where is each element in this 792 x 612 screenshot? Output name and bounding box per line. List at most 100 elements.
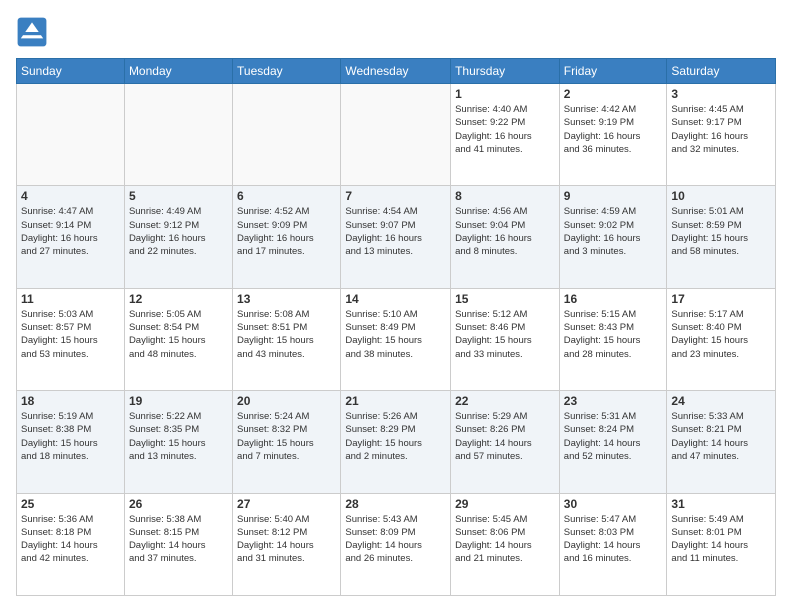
day-number: 1 — [455, 87, 555, 101]
day-info: Sunrise: 5:12 AM Sunset: 8:46 PM Dayligh… — [455, 308, 555, 361]
calendar-cell: 22 Sunrise: 5:29 AM Sunset: 8:26 PM Dayli… — [451, 391, 560, 493]
day-number: 5 — [129, 189, 228, 203]
day-number: 28 — [345, 497, 446, 511]
day-number: 25 — [21, 497, 120, 511]
calendar-cell: 1 Sunrise: 4:40 AM Sunset: 9:22 PM Daylig… — [451, 84, 560, 186]
day-info: Sunrise: 5:31 AM Sunset: 8:24 PM Dayligh… — [564, 410, 663, 463]
day-info: Sunrise: 4:56 AM Sunset: 9:04 PM Dayligh… — [455, 205, 555, 258]
day-info: Sunrise: 5:01 AM Sunset: 8:59 PM Dayligh… — [671, 205, 771, 258]
calendar-cell: 2Sunrise: 4:42 AM Sunset: 9:19 PM Daylig… — [559, 84, 667, 186]
calendar-cell — [233, 84, 341, 186]
day-number: 6 — [237, 189, 336, 203]
calendar-cell: 16 Sunrise: 5:15 AM Sunset: 8:43 PM Dayli… — [559, 288, 667, 390]
calendar-cell — [17, 84, 125, 186]
calendar-cell: 13 Sunrise: 5:08 AM Sunset: 8:51 PM Dayli… — [233, 288, 341, 390]
day-number: 17 — [671, 292, 771, 306]
day-info: Sunrise: 4:49 AM Sunset: 9:12 PM Dayligh… — [129, 205, 228, 258]
day-number: 18 — [21, 394, 120, 408]
calendar-cell: 29 Sunrise: 5:45 AM Sunset: 8:06 PM Dayli… — [451, 493, 560, 595]
calendar-cell: 15 Sunrise: 5:12 AM Sunset: 8:46 PM Dayli… — [451, 288, 560, 390]
day-number: 23 — [564, 394, 663, 408]
day-number: 13 — [237, 292, 336, 306]
day-number: 26 — [129, 497, 228, 511]
weekday-monday: Monday — [124, 59, 232, 84]
page: SundayMondayTuesdayWednesdayThursdayFrid… — [0, 0, 792, 612]
day-info: Sunrise: 5:40 AM Sunset: 8:12 PM Dayligh… — [237, 513, 336, 566]
day-number: 30 — [564, 497, 663, 511]
weekday-tuesday: Tuesday — [233, 59, 341, 84]
calendar-cell: 10 Sunrise: 5:01 AM Sunset: 8:59 PM Dayli… — [667, 186, 776, 288]
weekday-friday: Friday — [559, 59, 667, 84]
day-info: Sunrise: 5:26 AM Sunset: 8:29 PM Dayligh… — [345, 410, 446, 463]
calendar-cell: 14 Sunrise: 5:10 AM Sunset: 8:49 PM Dayli… — [341, 288, 451, 390]
day-info: Sunrise: 5:22 AM Sunset: 8:35 PM Dayligh… — [129, 410, 228, 463]
day-number: 3 — [671, 87, 771, 101]
day-number: 14 — [345, 292, 446, 306]
calendar-cell: 11 Sunrise: 5:03 AM Sunset: 8:57 PM Dayli… — [17, 288, 125, 390]
day-info: Sunrise: 5:29 AM Sunset: 8:26 PM Dayligh… — [455, 410, 555, 463]
day-info: Sunrise: 4:45 AM Sunset: 9:17 PM Dayligh… — [671, 103, 771, 156]
weekday-sunday: Sunday — [17, 59, 125, 84]
day-info: Sunrise: 5:38 AM Sunset: 8:15 PM Dayligh… — [129, 513, 228, 566]
week-row-1: 1 Sunrise: 4:40 AM Sunset: 9:22 PM Daylig… — [17, 84, 776, 186]
calendar-cell: 6Sunrise: 4:52 AM Sunset: 9:09 PM Daylig… — [233, 186, 341, 288]
day-number: 10 — [671, 189, 771, 203]
calendar-cell: 27 Sunrise: 5:40 AM Sunset: 8:12 PM Dayli… — [233, 493, 341, 595]
calendar-cell: 18 Sunrise: 5:19 AM Sunset: 8:38 PM Dayli… — [17, 391, 125, 493]
day-number: 31 — [671, 497, 771, 511]
day-info: Sunrise: 5:05 AM Sunset: 8:54 PM Dayligh… — [129, 308, 228, 361]
day-info: Sunrise: 4:40 AM Sunset: 9:22 PM Dayligh… — [455, 103, 555, 156]
calendar-cell: 28Sunrise: 5:43 AM Sunset: 8:09 PM Dayli… — [341, 493, 451, 595]
day-number: 21 — [345, 394, 446, 408]
calendar-cell: 5 Sunrise: 4:49 AM Sunset: 9:12 PM Daylig… — [124, 186, 232, 288]
calendar-cell: 24Sunrise: 5:33 AM Sunset: 8:21 PM Dayli… — [667, 391, 776, 493]
calendar-cell: 30 Sunrise: 5:47 AM Sunset: 8:03 PM Dayli… — [559, 493, 667, 595]
day-info: Sunrise: 4:59 AM Sunset: 9:02 PM Dayligh… — [564, 205, 663, 258]
day-info: Sunrise: 4:47 AM Sunset: 9:14 PM Dayligh… — [21, 205, 120, 258]
calendar-cell: 9 Sunrise: 4:59 AM Sunset: 9:02 PM Daylig… — [559, 186, 667, 288]
day-info: Sunrise: 5:49 AM Sunset: 8:01 PM Dayligh… — [671, 513, 771, 566]
day-number: 19 — [129, 394, 228, 408]
calendar-cell: 31 Sunrise: 5:49 AM Sunset: 8:01 PM Dayli… — [667, 493, 776, 595]
day-number: 12 — [129, 292, 228, 306]
day-info: Sunrise: 5:45 AM Sunset: 8:06 PM Dayligh… — [455, 513, 555, 566]
day-info: Sunrise: 5:08 AM Sunset: 8:51 PM Dayligh… — [237, 308, 336, 361]
day-info: Sunrise: 5:03 AM Sunset: 8:57 PM Dayligh… — [21, 308, 120, 361]
calendar-cell: 12 Sunrise: 5:05 AM Sunset: 8:54 PM Dayli… — [124, 288, 232, 390]
day-number: 11 — [21, 292, 120, 306]
day-number: 8 — [455, 189, 555, 203]
day-info: Sunrise: 4:42 AM Sunset: 9:19 PM Dayligh… — [564, 103, 663, 156]
day-number: 16 — [564, 292, 663, 306]
day-info: Sunrise: 5:19 AM Sunset: 8:38 PM Dayligh… — [21, 410, 120, 463]
day-info: Sunrise: 5:17 AM Sunset: 8:40 PM Dayligh… — [671, 308, 771, 361]
day-info: Sunrise: 5:15 AM Sunset: 8:43 PM Dayligh… — [564, 308, 663, 361]
day-info: Sunrise: 5:10 AM Sunset: 8:49 PM Dayligh… — [345, 308, 446, 361]
day-number: 29 — [455, 497, 555, 511]
calendar-cell: 7 Sunrise: 4:54 AM Sunset: 9:07 PM Daylig… — [341, 186, 451, 288]
calendar-cell: 25 Sunrise: 5:36 AM Sunset: 8:18 PM Dayli… — [17, 493, 125, 595]
calendar-cell: 8 Sunrise: 4:56 AM Sunset: 9:04 PM Daylig… — [451, 186, 560, 288]
logo — [16, 16, 52, 48]
day-number: 22 — [455, 394, 555, 408]
day-info: Sunrise: 4:54 AM Sunset: 9:07 PM Dayligh… — [345, 205, 446, 258]
weekday-thursday: Thursday — [451, 59, 560, 84]
day-number: 4 — [21, 189, 120, 203]
day-number: 27 — [237, 497, 336, 511]
calendar-cell: 20 Sunrise: 5:24 AM Sunset: 8:32 PM Dayli… — [233, 391, 341, 493]
day-number: 7 — [345, 189, 446, 203]
calendar-cell: 4 Sunrise: 4:47 AM Sunset: 9:14 PM Daylig… — [17, 186, 125, 288]
weekday-wednesday: Wednesday — [341, 59, 451, 84]
day-number: 9 — [564, 189, 663, 203]
week-row-2: 4 Sunrise: 4:47 AM Sunset: 9:14 PM Daylig… — [17, 186, 776, 288]
day-number: 15 — [455, 292, 555, 306]
calendar-table: SundayMondayTuesdayWednesdayThursdayFrid… — [16, 58, 776, 596]
day-info: Sunrise: 5:36 AM Sunset: 8:18 PM Dayligh… — [21, 513, 120, 566]
day-number: 20 — [237, 394, 336, 408]
calendar-cell — [341, 84, 451, 186]
day-info: Sunrise: 5:24 AM Sunset: 8:32 PM Dayligh… — [237, 410, 336, 463]
calendar-cell: 3 Sunrise: 4:45 AM Sunset: 9:17 PM Daylig… — [667, 84, 776, 186]
calendar-cell: 21 Sunrise: 5:26 AM Sunset: 8:29 PM Dayli… — [341, 391, 451, 493]
day-info: Sunrise: 5:47 AM Sunset: 8:03 PM Dayligh… — [564, 513, 663, 566]
week-row-3: 11 Sunrise: 5:03 AM Sunset: 8:57 PM Dayli… — [17, 288, 776, 390]
week-row-5: 25 Sunrise: 5:36 AM Sunset: 8:18 PM Dayli… — [17, 493, 776, 595]
